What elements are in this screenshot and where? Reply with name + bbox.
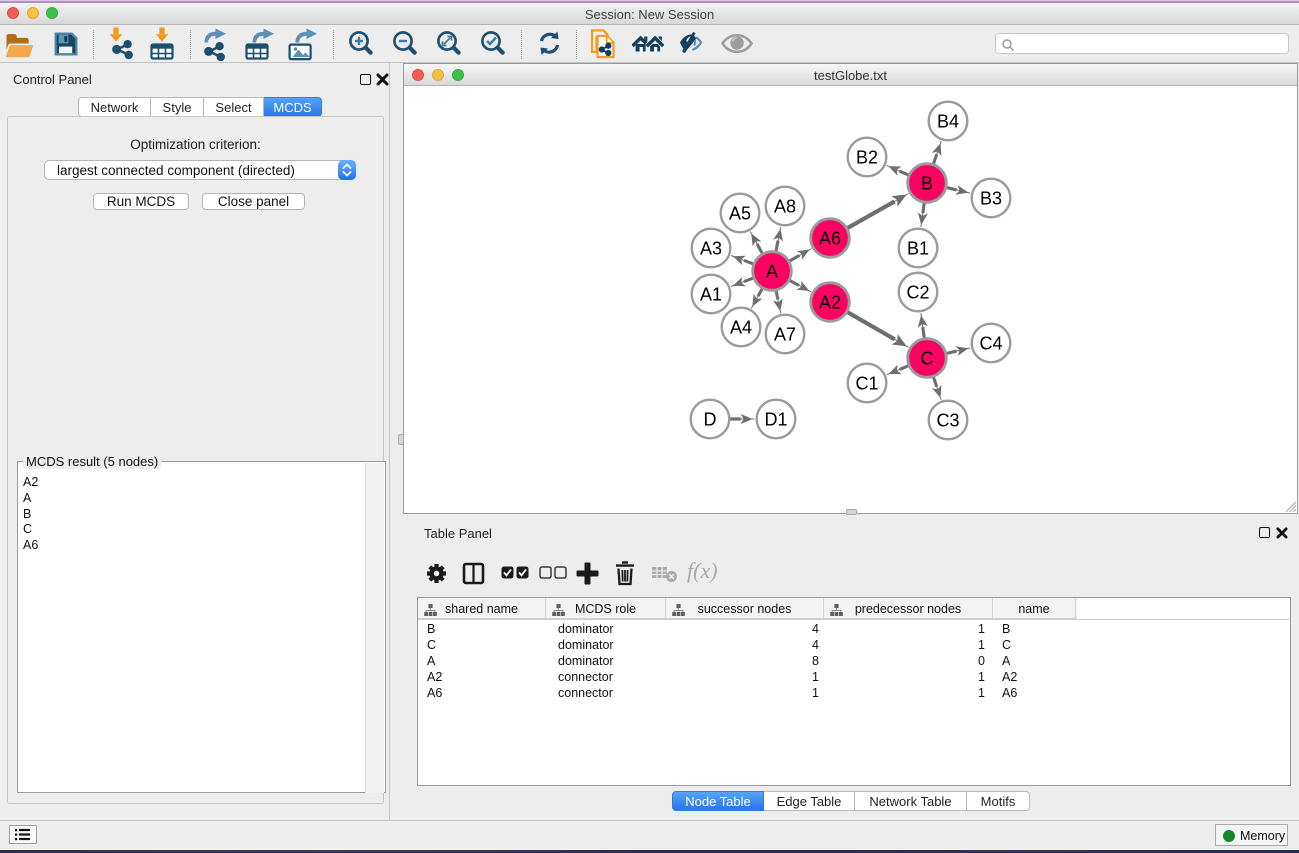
svg-text:C: C (921, 349, 934, 369)
svg-text:A5: A5 (729, 204, 751, 224)
svg-text:C1: C1 (855, 374, 878, 394)
svg-text:B: B (921, 174, 933, 194)
svg-text:A4: A4 (730, 318, 752, 338)
svg-text:D: D (704, 410, 717, 430)
svg-text:A6: A6 (819, 229, 841, 249)
svg-text:A3: A3 (700, 239, 722, 259)
svg-text:B2: B2 (856, 148, 878, 168)
svg-text:B4: B4 (937, 112, 959, 132)
svg-text:A7: A7 (774, 325, 796, 345)
svg-text:A8: A8 (774, 197, 796, 217)
svg-text:A1: A1 (700, 285, 722, 305)
svg-text:C2: C2 (906, 283, 929, 303)
svg-text:A: A (766, 262, 778, 282)
svg-text:D1: D1 (764, 410, 787, 430)
svg-text:C4: C4 (979, 334, 1002, 354)
svg-text:B1: B1 (907, 239, 929, 259)
svg-text:C3: C3 (936, 411, 959, 431)
svg-text:B3: B3 (980, 189, 1002, 209)
svg-text:A2: A2 (819, 293, 841, 313)
